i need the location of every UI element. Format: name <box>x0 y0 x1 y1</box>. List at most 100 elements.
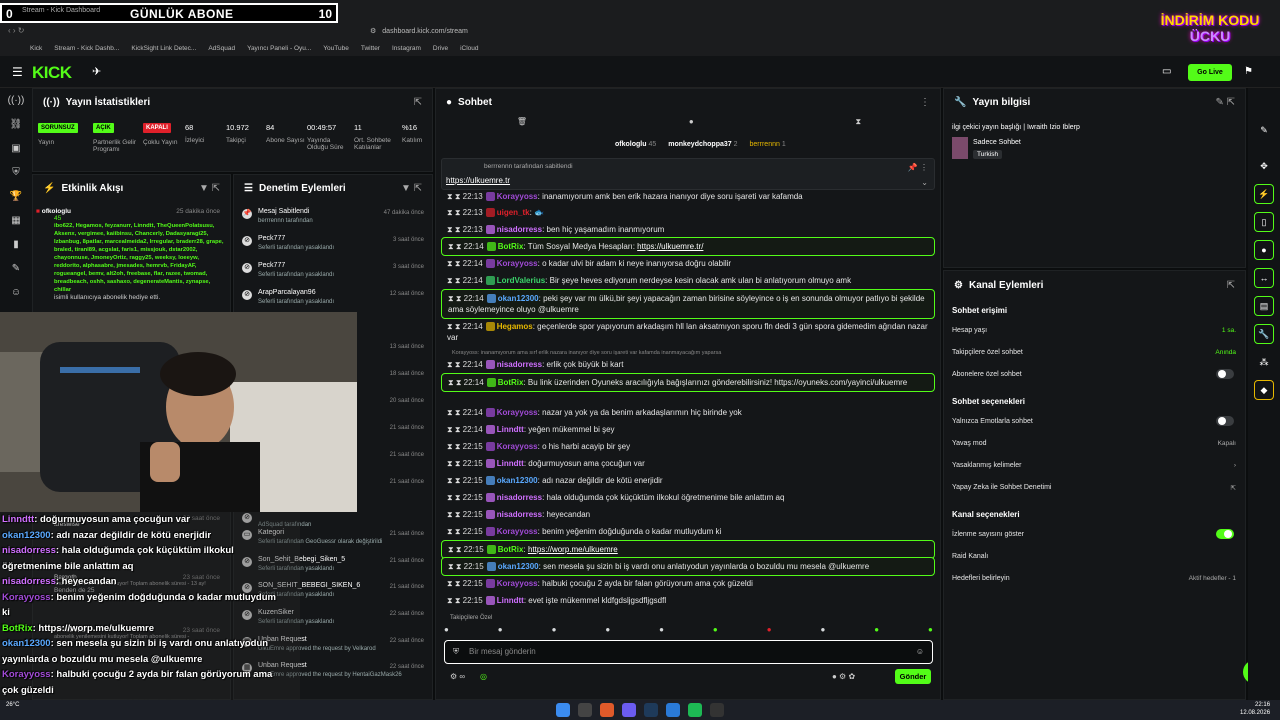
bookmark-item[interactable]: KickSight Link Detec... <box>131 45 196 52</box>
site-info-icon[interactable]: ⚙ <box>370 27 376 35</box>
chat-message[interactable]: ⧗ ⧗ 22:14 Korayyoss: nazar ya yok ya da b… <box>441 404 935 421</box>
tools-icon[interactable]: ✎ <box>0 256 32 280</box>
message-user[interactable]: Korayyoss <box>497 579 538 588</box>
arrows-icon[interactable]: ↔ <box>1254 268 1274 288</box>
chat-tools-icon[interactable]: ⚙ ∞ <box>450 672 465 681</box>
chat-message[interactable]: ⧗ ⧗ 22:14 okan12300: peki şey var mı ülkü… <box>441 289 935 319</box>
edit-icon[interactable]: ✎ ⇱ <box>1215 97 1235 108</box>
chat-message[interactable]: ⧗ ⧗ 22:15 okan12300: adı nazar değildir d… <box>441 472 935 489</box>
chat-message[interactable]: ⧗ ⧗ 22:14 Linndtt: yeğen mükemmel bi şey <box>441 421 935 438</box>
chevron-down-icon[interactable]: ⌄ <box>921 178 928 187</box>
chat-message[interactable]: ⧗ ⧗ 22:14 BotRix: Tüm Sosyal Medya Hesapl… <box>441 237 935 256</box>
comment-icon[interactable]: ● <box>689 117 694 133</box>
emote-icon[interactable]: ● <box>552 625 557 637</box>
bookmark-item[interactable]: Kick <box>30 45 42 52</box>
chat-message[interactable]: ⧗ ⧗ 22:13 uigen_tk: 🐟 <box>441 204 935 221</box>
followers-only-setting[interactable]: Takipçilere özel sohbet Anında <box>952 349 1236 356</box>
points-icon[interactable]: ◎ <box>480 672 487 681</box>
bookmark-item[interactable]: YouTube <box>323 45 349 52</box>
filter-icon[interactable]: ▼ ⇱ <box>401 183 422 194</box>
message-user[interactable]: Korayyoss <box>497 408 538 417</box>
app-icon[interactable] <box>666 703 680 717</box>
chat-message[interactable]: ⧗ ⧗ 22:15 Korayyoss: benim yeğenim doğduğ… <box>441 523 935 540</box>
goals-setting[interactable]: Hedefleri belirleyin Aktif hedefler - 1 <box>952 575 1236 582</box>
chat-message[interactable]: ⧗ ⧗ 22:13 nisadorress: ben hiç yaşamadım … <box>441 221 935 238</box>
message-user[interactable]: Linndtt <box>497 459 524 468</box>
chat-message[interactable]: ⧗ ⧗ 22:15 Korayyoss: o his harbi acayip b… <box>441 438 935 455</box>
chat-message[interactable]: ⧗ ⧗ 22:15 nisadorress: hala olduğumda çok… <box>441 489 935 506</box>
calendar-icon[interactable]: ▤ <box>1254 296 1274 316</box>
show-viewers-toggle[interactable] <box>1216 529 1234 539</box>
shield-icon[interactable]: ⛨ <box>0 160 32 184</box>
clock[interactable]: 22:16 12.08.2026 <box>1240 701 1270 717</box>
mod-action-row[interactable]: 📌 Mesaj Sabitlendi berrrennn tarafından 47 … <box>240 208 430 232</box>
emote-icon[interactable]: ● <box>444 625 449 637</box>
address-bar[interactable]: ⚙ dashboard.kick.com/stream <box>370 24 910 38</box>
raid-setting[interactable]: Raid Kanalı <box>952 553 1236 560</box>
slow-mode-setting[interactable]: Yavaş mod Kapalı <box>952 440 1236 447</box>
edit-icon[interactable]: ✎ <box>1254 120 1274 140</box>
pinned-link[interactable]: https://ulkuemre.tr <box>446 176 510 185</box>
steam-icon[interactable] <box>644 703 658 717</box>
monitor-icon[interactable]: ▦ <box>0 208 32 232</box>
mod-action-row[interactable]: ⊘ Peck777 Seferli tarafından yasaklandı 3 s… <box>240 262 430 286</box>
chat-message[interactable]: ⧗ ⧗ 22:14 Korayyoss: o kadar ulvi bir ada… <box>441 255 935 272</box>
message-user[interactable]: Linndtt <box>497 596 524 605</box>
users-icon[interactable]: ☺ <box>0 280 32 304</box>
comment-icon[interactable]: ● <box>1254 240 1274 260</box>
chat-message[interactable]: ⧗ ⧗ 22:13 Korayyoss: inanamıyorum amk ben… <box>441 188 935 205</box>
chat-message[interactable]: ⧗ ⧗ 22:15 Korayyoss: halbuki çocuğu 2 ayd… <box>441 575 935 592</box>
stream-icon[interactable]: ((·)) <box>0 88 32 112</box>
chat-message-input[interactable]: Bir mesaj gönderin ⛨ ☺ <box>444 640 933 664</box>
message-user[interactable]: BotRix <box>498 545 524 554</box>
file-icon[interactable]: ▯ <box>1254 212 1274 232</box>
chat-message[interactable]: ⧗ ⧗ 22:15 nisadorress: heyecandan <box>441 506 935 523</box>
chat-message[interactable]: ⧗ ⧗ 22:15 okan12300: sen mesela şu sizin … <box>441 557 935 576</box>
message-user[interactable]: okan12300 <box>498 294 539 303</box>
emote-icon[interactable]: ● <box>928 625 933 637</box>
message-user[interactable]: okan12300 <box>498 562 539 571</box>
chat-message[interactable]: ⧗ ⧗ 22:15 Linndtt: evet işte mükemmel kld… <box>441 592 935 609</box>
message-user[interactable]: BotRix <box>498 242 524 251</box>
chat-message[interactable]: ⧗ ⧗ 22:14 BotRix: Bu link üzerinden Oyune… <box>441 373 935 392</box>
browser-icon[interactable] <box>600 703 614 717</box>
bookmark-item[interactable]: Drive <box>433 45 448 52</box>
chat-message[interactable]: ⧗ ⧗ 22:15 Linndtt: doğurmuyosun ama çocuğ… <box>441 455 935 472</box>
emoji-icon[interactable]: ☺ <box>916 647 924 656</box>
emote-icon[interactable]: ● <box>498 625 503 637</box>
message-user[interactable]: nisadorress <box>497 225 542 234</box>
bookmark-item[interactable]: Instagram <box>392 45 421 52</box>
popout-icon[interactable]: ⇱ <box>1227 280 1235 291</box>
analytics-icon[interactable]: ▮ <box>0 232 32 256</box>
mod-action-row[interactable]: ⊘ ArapParcalayan96 Seferli tarafından yasa… <box>240 289 430 313</box>
bookmark-item[interactable]: Twitter <box>361 45 380 52</box>
banned-words-setting[interactable]: Yasaklanmış kelimeler › <box>952 462 1236 469</box>
message-user[interactable]: nisadorress <box>497 510 542 519</box>
browser-tab-title[interactable]: Stream - Kick Dashboard <box>22 7 100 14</box>
chat-message[interactable]: ⧗ ⧗ 22:14 Hegamos: geçenlerde spor yapıyo… <box>441 318 935 346</box>
ai-moderation-setting[interactable]: Yapay Zeka ile Sohbet Denetimi ⇱ <box>952 484 1236 492</box>
top-chatter[interactable]: ofkologlu 45 <box>615 141 656 148</box>
bookmark-item[interactable]: AdSquad <box>208 45 235 52</box>
settings-icons[interactable]: ● ⚙ ✿ <box>832 672 855 681</box>
obs-icon[interactable] <box>710 703 724 717</box>
hourglass-icon[interactable]: ⧗ <box>855 117 861 133</box>
chat-message[interactable]: ⧗ ⧗ 22:14 nisadorress: erlik çok büyük bi… <box>441 356 935 373</box>
spotify-icon[interactable] <box>688 703 702 717</box>
share-icon[interactable]: ⁂ <box>1254 352 1274 372</box>
trash-icon[interactable]: 🗑 <box>517 117 527 133</box>
emote-icon[interactable]: ● <box>767 625 772 637</box>
weather-widget[interactable]: 26°C <box>6 702 19 708</box>
chat-message[interactable]: ⧗ ⧗ 22:14 LordValerius: Bir şeye heves ed… <box>441 272 935 289</box>
message-user[interactable]: Hegamos <box>497 322 533 331</box>
subs-only-toggle[interactable] <box>1216 369 1234 379</box>
trophy-icon[interactable]: 🏆 <box>0 184 32 208</box>
screen-icon[interactable]: ▭ <box>1162 66 1171 77</box>
filter-icon[interactable]: ▼ ⇱ <box>199 183 220 194</box>
search-icon[interactable] <box>578 703 592 717</box>
emote-icon[interactable]: ● <box>605 625 610 637</box>
pin-icon[interactable]: ✈ <box>92 65 101 78</box>
bookmark-item[interactable]: iCloud <box>460 45 478 52</box>
link-icon[interactable]: ⛓ <box>0 112 32 136</box>
more-icon[interactable]: ⋮ <box>920 97 930 108</box>
